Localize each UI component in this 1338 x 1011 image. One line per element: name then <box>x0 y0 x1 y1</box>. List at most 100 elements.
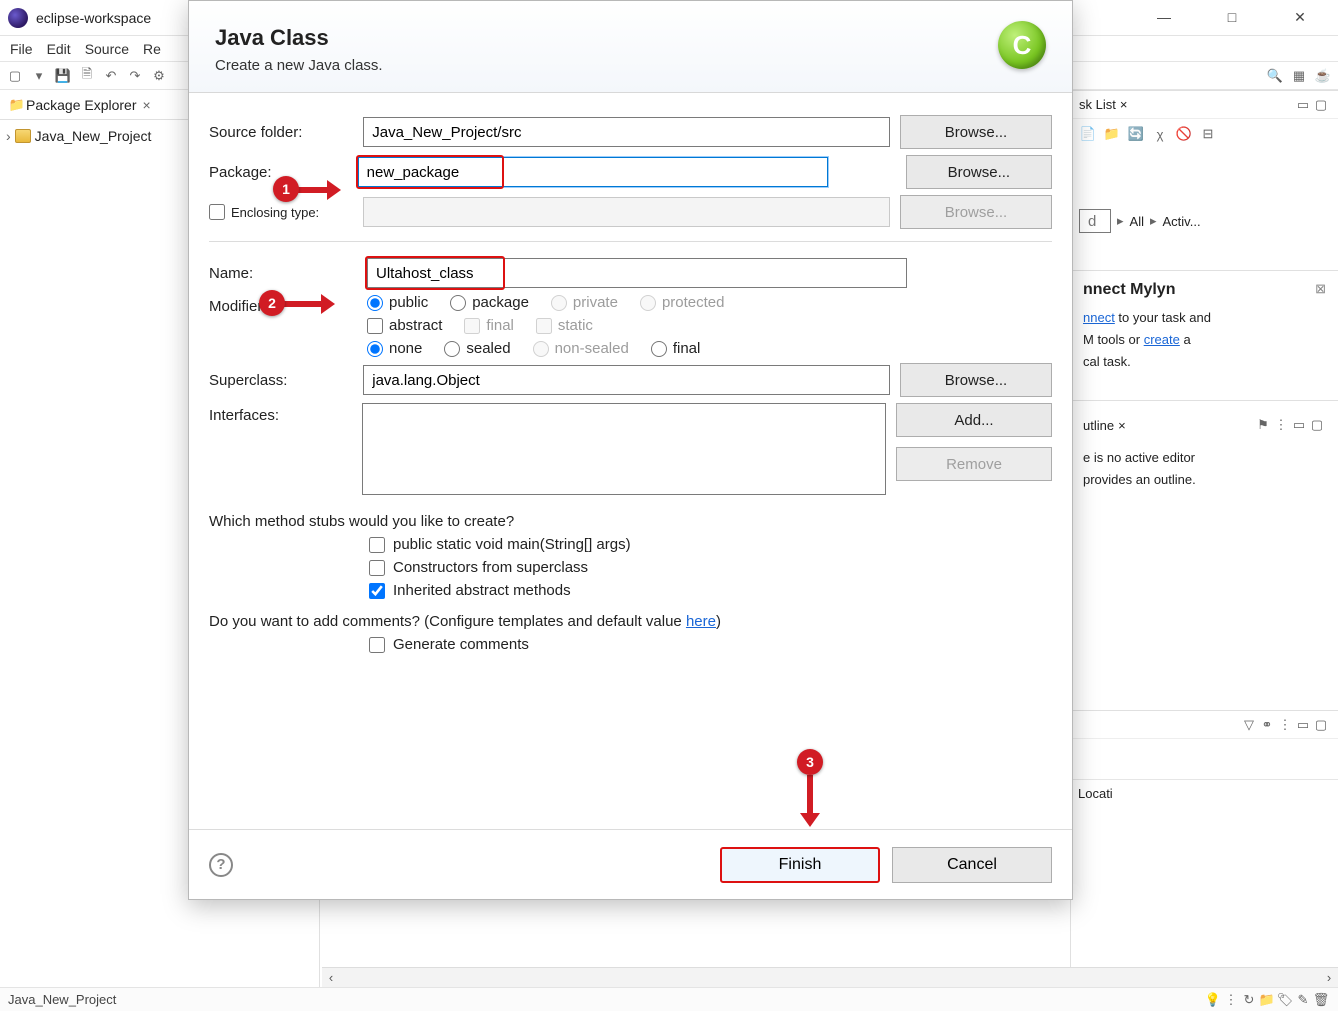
configure-templates-link[interactable]: here <box>686 613 716 630</box>
mylyn-text: cal task. <box>1083 354 1131 369</box>
maximize-view-icon[interactable]: ▢ <box>1308 416 1326 434</box>
java-perspective-icon[interactable]: ☕ <box>1314 67 1332 85</box>
callout-arrow-3 <box>807 775 813 823</box>
close-icon[interactable]: × <box>1120 97 1128 112</box>
filter-icon[interactable]: ▽ <box>1240 716 1258 734</box>
menu-edit[interactable]: Edit <box>47 41 71 57</box>
outline-view: utline × ⚑ ⋮ ▭ ▢ e is no active editor p… <box>1070 400 1338 710</box>
horizontal-scrollbar[interactable]: ‹ › <box>322 967 1338 987</box>
task-filter-input[interactable] <box>1079 209 1111 233</box>
status-edit-icon[interactable]: ✎ <box>1294 991 1312 1009</box>
undo-icon[interactable]: ↶ <box>102 67 120 85</box>
modifier-abstract-checkbox[interactable] <box>367 318 383 334</box>
method-stubs-question: Which method stubs would you like to cre… <box>209 513 1052 530</box>
task-filter-activ[interactable]: Activ... <box>1163 214 1201 229</box>
browse-superclass-button[interactable]: Browse... <box>900 363 1052 397</box>
help-icon[interactable]: ? <box>209 853 233 877</box>
task-sync-icon[interactable]: 🔄 <box>1127 125 1145 143</box>
new-icon[interactable]: ▢ <box>6 67 24 85</box>
interfaces-list[interactable] <box>362 403 886 495</box>
dialog-subtitle: Create a new Java class. <box>215 57 383 74</box>
task-list-view: sk List × ▭ ▢ 📄 📁 🔄 χ 🚫 ⊟ ▸ <box>1070 90 1338 270</box>
source-folder-label: Source folder: <box>209 124 353 141</box>
modifier-none-label: none <box>389 340 422 357</box>
view-menu-icon[interactable]: ⋮ <box>1276 716 1294 734</box>
search-icon[interactable]: 🔍 <box>1266 67 1284 85</box>
status-tip-icon[interactable]: 💡 <box>1204 991 1222 1009</box>
maximize-view-icon[interactable]: ▢ <box>1312 96 1330 114</box>
status-folder-icon[interactable]: 📁 <box>1258 991 1276 1009</box>
link-icon[interactable]: ⚭ <box>1258 716 1276 734</box>
modifier-nonsealed-radio <box>533 341 549 357</box>
dropdown-icon[interactable]: ▾ <box>30 67 48 85</box>
task-collapse-icon[interactable]: ⊟ <box>1199 125 1217 143</box>
status-sync-icon[interactable]: ↻ <box>1240 991 1258 1009</box>
maximize-view-icon[interactable]: ▢ <box>1312 716 1330 734</box>
mylyn-text: a <box>1180 332 1191 347</box>
browse-package-button[interactable]: Browse... <box>906 155 1052 189</box>
menu-source[interactable]: Source <box>85 41 129 57</box>
minimize-view-icon[interactable]: ▭ <box>1294 716 1312 734</box>
save-icon[interactable]: 💾 <box>54 67 72 85</box>
package-input[interactable] <box>358 157 828 187</box>
callout-badge-3-num: 3 <box>806 754 814 770</box>
close-icon[interactable]: × <box>1118 418 1126 433</box>
modifier-none-radio[interactable] <box>367 341 383 357</box>
finish-button[interactable]: Finish <box>720 847 880 883</box>
task-filter-icon[interactable]: χ <box>1151 125 1169 143</box>
enclosing-type-checkbox[interactable] <box>209 204 225 220</box>
modifier-nonsealed-label: non-sealed <box>555 340 629 357</box>
status-tag-icon[interactable]: 🏷 <box>1276 991 1294 1009</box>
add-interface-button[interactable]: Add... <box>896 403 1052 437</box>
window-minimize-button[interactable]: — <box>1144 9 1184 26</box>
task-new-icon[interactable]: 📄 <box>1079 125 1097 143</box>
task-cat-icon[interactable]: 📁 <box>1103 125 1121 143</box>
menu-refactor[interactable]: Re <box>143 41 161 57</box>
close-icon[interactable]: ⊠ <box>1315 281 1326 299</box>
task-filter-all[interactable]: All <box>1130 214 1144 229</box>
remove-interface-button: Remove <box>896 447 1052 481</box>
modifier-sealed-label: sealed <box>466 340 510 357</box>
minimize-view-icon[interactable]: ▭ <box>1290 416 1308 434</box>
save-all-icon[interactable]: 🗎 <box>78 67 96 85</box>
expand-icon[interactable]: › <box>6 128 11 144</box>
stub-constructors-checkbox[interactable] <box>369 560 385 576</box>
browse-source-folder-button[interactable]: Browse... <box>900 115 1052 149</box>
superclass-input[interactable] <box>363 365 890 395</box>
menu-file[interactable]: File <box>10 41 33 57</box>
scroll-right-icon[interactable]: › <box>1320 970 1338 985</box>
comments-question: Do you want to add comments? (Configure … <box>209 613 686 630</box>
task-hide-icon[interactable]: 🚫 <box>1175 125 1193 143</box>
window-maximize-button[interactable]: □ <box>1212 9 1252 26</box>
stub-main-checkbox[interactable] <box>369 537 385 553</box>
outline-tool-icon[interactable]: ⚑ <box>1254 416 1272 434</box>
mylyn-create-link[interactable]: create <box>1144 332 1180 347</box>
modifier-sealed-radio[interactable] <box>444 341 460 357</box>
redo-icon[interactable]: ↷ <box>126 67 144 85</box>
class-name-input[interactable] <box>367 258 907 288</box>
modifier-private-label: private <box>573 294 618 311</box>
modifier-package-radio[interactable] <box>450 295 466 311</box>
minimize-view-icon[interactable]: ▭ <box>1294 96 1312 114</box>
cancel-button[interactable]: Cancel <box>892 847 1052 883</box>
perspective-icon[interactable]: ▦ <box>1290 67 1308 85</box>
task-list-title: sk List <box>1079 97 1116 112</box>
mylyn-connect-link[interactable]: nnect <box>1083 310 1115 325</box>
stub-constructors-label: Constructors from superclass <box>393 559 588 576</box>
modifier-final2-radio[interactable] <box>651 341 667 357</box>
build-icon[interactable]: ⚙ <box>150 67 168 85</box>
stub-inherited-checkbox[interactable] <box>369 583 385 599</box>
chevron-right-icon: ▸ <box>1117 213 1124 229</box>
generate-comments-checkbox[interactable] <box>369 637 385 653</box>
modifier-final-checkbox <box>464 318 480 334</box>
status-trash-icon[interactable]: 🗑 <box>1312 991 1330 1009</box>
project-label: Java_New_Project <box>35 128 152 144</box>
scroll-left-icon[interactable]: ‹ <box>322 970 340 985</box>
source-folder-input[interactable] <box>363 117 890 147</box>
modifier-public-radio[interactable] <box>367 295 383 311</box>
close-icon[interactable]: × <box>143 97 151 113</box>
problems-col-location[interactable]: Locati <box>1071 786 1141 801</box>
window-close-button[interactable]: ✕ <box>1280 9 1320 26</box>
view-menu-icon[interactable]: ⋮ <box>1272 416 1290 434</box>
outline-text: e is no active editor <box>1083 450 1195 465</box>
